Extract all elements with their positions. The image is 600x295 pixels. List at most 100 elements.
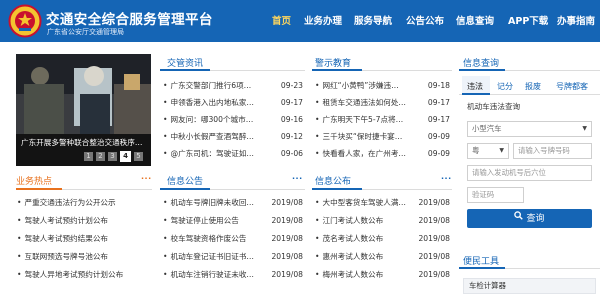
list-item[interactable]: • 梅州考试人数公布 2019/08	[315, 268, 450, 281]
top-header: 交通安全综合服务管理平台 广东省公安厅交通管理局 首页 业务办理 服务导航 公告…	[0, 0, 600, 42]
list-item[interactable]: • 校车驾驶资格作废公告 2019/08	[163, 232, 303, 245]
tools-title: 便民工具	[463, 257, 500, 267]
nav-business[interactable]: 业务办理	[304, 13, 342, 27]
list-item-date: 2019/08	[418, 216, 450, 225]
hot-topics-title: 业务热点	[16, 177, 53, 187]
platform-subtitle: 广东省公安厅交通管理局	[47, 28, 124, 36]
list-item-date: 09-17	[280, 98, 303, 107]
police-emblem-icon	[8, 4, 42, 38]
banner-caption[interactable]: 广东开展多警种联合整治交通秩序…	[21, 137, 143, 148]
bullet-icon: •	[163, 98, 168, 107]
bullet-icon: •	[315, 98, 320, 107]
query-heading: 机动车违法查询	[467, 102, 521, 111]
list-item-title: 租赁车交通违法如何处…	[322, 98, 407, 107]
title-underline	[459, 267, 505, 269]
list-item[interactable]: • 租赁车交通违法如何处… 09-17	[315, 96, 450, 109]
captcha-input[interactable]: 验证码	[467, 187, 524, 203]
list-item[interactable]: • 网红“小黄鸭”涉嫌违… 09-18	[315, 79, 450, 92]
list-item-title: 快看看人家，在广州考…	[322, 149, 407, 158]
nav-guide[interactable]: 办事指南	[557, 13, 595, 27]
banner-page-5[interactable]: 5	[134, 152, 143, 161]
list-item-date: 2019/08	[418, 234, 450, 243]
banner-page-2[interactable]: 2	[96, 152, 105, 161]
bullet-icon: •	[163, 216, 168, 225]
title-underline	[16, 188, 62, 190]
list-item-title: 互联网预选号牌号池公布	[24, 252, 109, 261]
list-item[interactable]: • 广东交警部门推行6项… 09-23	[163, 79, 303, 92]
list-item-date: 09-17	[427, 115, 450, 124]
news-banner[interactable]: 广东开展多警种联合整治交通秩序… 1 2 3 4 5	[16, 54, 151, 166]
list-item[interactable]: • 机动车号牌旧牌未收回… 2019/08	[163, 196, 303, 209]
tab-plate[interactable]: 号牌都客	[556, 81, 588, 92]
list-item-title: 严重交通违法行为公开公示	[24, 198, 116, 207]
nav-home[interactable]: 首页	[272, 13, 291, 27]
list-item[interactable]: • 中秋小长假严查酒驾醉… 09-12	[163, 130, 303, 143]
publish-more-dots[interactable]: ···	[441, 174, 452, 183]
list-item[interactable]: • 三千块买“保时捷卡宴… 09-09	[315, 130, 450, 143]
list-item[interactable]: • 严重交通违法行为公开公示	[17, 196, 152, 209]
bullet-icon: •	[315, 252, 320, 261]
list-item-date: 2019/08	[271, 234, 303, 243]
list-item[interactable]: • 惠州考试人数公布 2019/08	[315, 250, 450, 263]
list-item[interactable]: • 机动车注销行驶证未收… 2019/08	[163, 268, 303, 281]
list-item-date: 09-09	[427, 132, 450, 141]
bullet-icon: •	[17, 234, 22, 243]
bullet-icon: •	[163, 149, 168, 158]
list-item-date: 09-23	[280, 81, 303, 90]
tab-points[interactable]: 记分	[497, 81, 513, 92]
tab-scrap[interactable]: 报废	[525, 81, 541, 92]
list-item[interactable]: • 广东明天下午5-7点将… 09-17	[315, 113, 450, 126]
list-item[interactable]: • 茂名考试人数公布 2019/08	[315, 232, 450, 245]
plate-number-input[interactable]: 请输入号牌号码	[513, 143, 592, 159]
banner-page-3[interactable]: 3	[108, 152, 117, 161]
nav-app-download[interactable]: APP下载	[508, 13, 548, 27]
list-item-title: 驾驶人考试预约计划公布	[24, 216, 109, 225]
list-item[interactable]: • 驾驶人考试预约结果公布	[17, 232, 152, 245]
list-item-title: 机动车号牌旧牌未收回…	[170, 198, 255, 207]
title-underline	[160, 188, 210, 190]
banner-page-4[interactable]: 4	[120, 151, 131, 162]
query-button-label: 查询	[526, 214, 545, 224]
province-select[interactable]: 粤 ▼	[467, 143, 509, 159]
notice-title: 信息公告	[167, 177, 204, 187]
list-item-title: 驾驶人异地考试预约计划公布	[24, 270, 124, 279]
list-item[interactable]: • 机动车登记证书旧证书… 2019/08	[163, 250, 303, 263]
list-item[interactable]: • @广东司机：驾驶证如… 09-06	[163, 147, 303, 160]
list-item[interactable]: • 驾驶人异地考试预约计划公布	[17, 268, 152, 281]
list-item[interactable]: • 互联网预选号牌号池公布	[17, 250, 152, 263]
list-item[interactable]: • 驾驶证停止使用公告 2019/08	[163, 214, 303, 227]
query-button[interactable]: 查询	[467, 209, 592, 228]
tool-item-car-check-calculator[interactable]: 车检计算器	[463, 278, 596, 294]
banner-page-1[interactable]: 1	[84, 152, 93, 161]
chevron-down-icon: ▼	[499, 147, 504, 154]
list-item[interactable]: • 大中型客货车驾驶人满… 2019/08	[315, 196, 450, 209]
search-icon	[514, 209, 524, 228]
bullet-icon: •	[17, 270, 22, 279]
engine-number-input[interactable]: 请输入发动机号后六位	[467, 165, 592, 181]
nav-announcements[interactable]: 公告公布	[406, 13, 444, 27]
bullet-icon: •	[315, 270, 320, 279]
list-item-title: 大中型客货车驾驶人满…	[322, 198, 407, 207]
list-item-title: @广东司机：驾驶证如…	[170, 149, 255, 158]
list-item-title: 茂名考试人数公布	[322, 234, 384, 243]
list-item-title: 广东明天下午5-7点将…	[322, 115, 404, 124]
notice-more-dots[interactable]: ···	[292, 174, 303, 183]
bullet-icon: •	[315, 234, 320, 243]
list-item[interactable]: • 申领香港入出内地私家… 09-17	[163, 96, 303, 109]
list-item[interactable]: • 网友问：哪300个城市… 09-16	[163, 113, 303, 126]
list-item[interactable]: • 驾驶人考试预约计划公布	[17, 214, 152, 227]
hot-more-dots[interactable]: ···	[141, 174, 152, 183]
nav-service-guide[interactable]: 服务导航	[354, 13, 392, 27]
list-item[interactable]: • 快看看人家，在广州考… 09-09	[315, 147, 450, 160]
query-title: 信息查询	[463, 59, 500, 69]
list-item-title: 驾驶证停止使用公告	[170, 216, 239, 225]
list-item[interactable]: • 江门考试人数公布 2019/08	[315, 214, 450, 227]
list-item-title: 网红“小黄鸭”涉嫌违…	[322, 81, 399, 90]
tab-violation[interactable]: 违法	[467, 81, 483, 92]
warning-title: 警示教育	[315, 59, 352, 69]
nav-info-query[interactable]: 信息查询	[456, 13, 494, 27]
bullet-icon: •	[163, 270, 168, 279]
vehicle-type-select[interactable]: 小型汽车 ▼	[467, 121, 592, 137]
list-item-date: 2019/08	[271, 198, 303, 207]
list-item-title: 机动车注销行驶证未收…	[170, 270, 255, 279]
